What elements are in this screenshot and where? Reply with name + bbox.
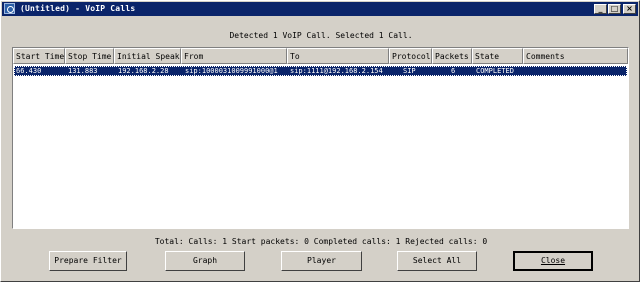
player-button[interactable]: Player	[281, 251, 362, 271]
voip-calls-window: (Untitled) - VoIP Calls _ □ × Detected 1…	[0, 0, 640, 282]
column-stop-time[interactable]: Stop Time	[65, 48, 114, 64]
calls-table[interactable]: Start Time Stop Time Initial Speaker Fro…	[12, 47, 629, 229]
graph-button[interactable]: Graph	[165, 251, 245, 271]
close-button[interactable]: Close	[513, 251, 593, 271]
select-all-button[interactable]: Select All	[397, 251, 477, 271]
column-protocol[interactable]: Protocol	[389, 48, 432, 64]
column-packets[interactable]: Packets	[432, 48, 472, 64]
table-row[interactable]: 66.430 131.883 192.168.2.28 sip:10000310…	[14, 66, 627, 76]
cell-packets: 6	[451, 67, 456, 75]
call-statistics: Total: Calls: 1 Start packets: 0 Complet…	[154, 237, 488, 246]
cell-stop-time: 131.883	[68, 67, 98, 75]
column-start-time[interactable]: Start Time	[13, 48, 65, 64]
cell-start-time: 66.430	[16, 67, 42, 75]
column-comments[interactable]: Comments	[523, 48, 628, 64]
column-state[interactable]: State	[472, 48, 523, 64]
table-header: Start Time Stop Time Initial Speaker Fro…	[13, 48, 628, 65]
cell-initial-speaker: 192.168.2.28	[118, 67, 169, 75]
cell-from: sip:1000031009991000@1	[185, 67, 278, 75]
title-bar[interactable]: (Untitled) - VoIP Calls _ □ ×	[2, 2, 638, 16]
maximize-button[interactable]: □	[608, 4, 621, 14]
close-button-label: Close	[540, 256, 566, 265]
app-icon	[4, 3, 15, 14]
cell-state: COMPLETED	[476, 67, 514, 75]
cell-comments	[526, 67, 626, 76]
minimize-button[interactable]: _	[594, 4, 607, 14]
column-initial-speaker[interactable]: Initial Speaker	[114, 48, 181, 64]
detection-summary: Detected 1 VoIP Call. Selected 1 Call.	[229, 31, 413, 40]
close-window-button[interactable]: ×	[623, 4, 636, 14]
cell-protocol: SIP	[403, 67, 416, 75]
column-to[interactable]: To	[287, 48, 389, 64]
prepare-filter-button[interactable]: Prepare Filter	[49, 251, 127, 271]
window-title: (Untitled) - VoIP Calls	[20, 4, 136, 13]
cell-to: sip:1111@192.168.2.154	[290, 67, 383, 75]
column-from[interactable]: From	[181, 48, 287, 64]
